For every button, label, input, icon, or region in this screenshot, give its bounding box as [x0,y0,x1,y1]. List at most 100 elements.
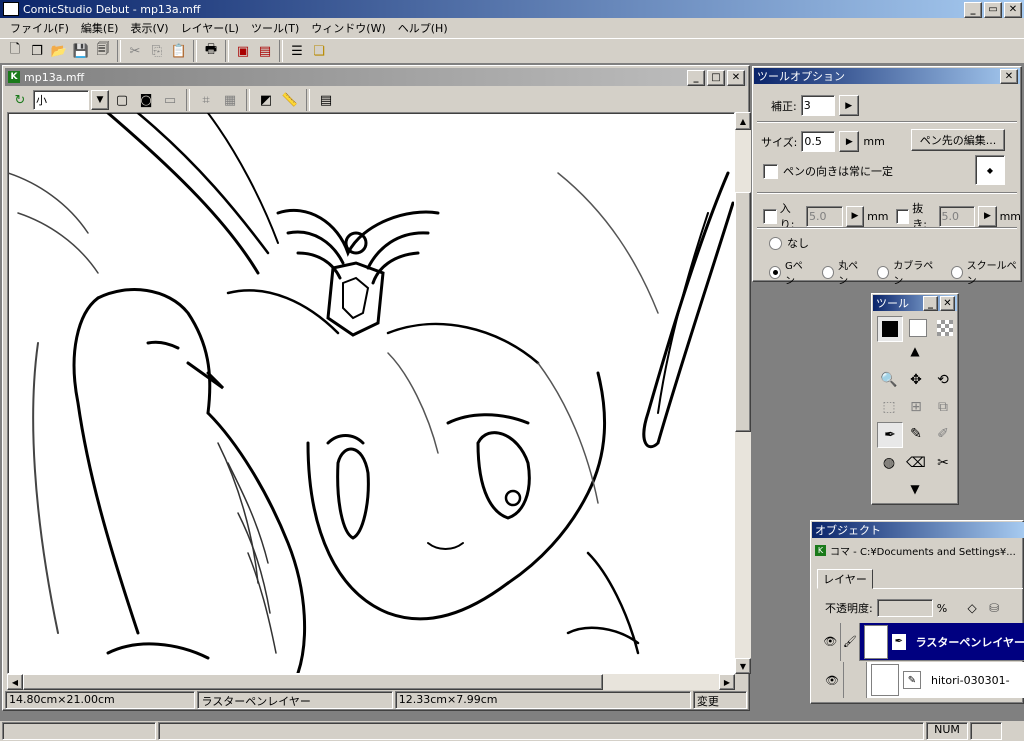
move-tool-icon[interactable]: ✥ [904,368,928,392]
zoom-dropdown-button[interactable]: ▼ [91,90,109,110]
scroll-right-button[interactable]: ▶ [719,674,735,690]
pen-g-radio[interactable] [769,265,781,279]
export-icon[interactable]: ▣ [232,40,254,62]
layer-row[interactable]: 👁 🖌 ✒ ラスターペンレイヤー [821,622,1024,661]
frame-border-icon[interactable]: ◙ [135,89,157,111]
correction-arrow-button[interactable]: ▶ [838,95,859,116]
transparent-color-swatch[interactable] [933,316,957,340]
correction-input[interactable]: 3 [800,95,835,116]
exit-taper-unit: mm [999,209,1021,223]
black-color-swatch[interactable] [877,316,903,342]
menu-item-4[interactable]: ツール(T) [245,20,305,36]
entry-taper-input[interactable]: 5.0 [806,205,843,227]
entry-taper-arrow-button[interactable]: ▶ [845,205,865,227]
tools-scroll-up-icon[interactable]: ▲ [872,344,958,358]
close-tool-options-button[interactable]: ✕ [1000,69,1018,84]
minimize-document-button[interactable]: _ [687,70,705,86]
layer-select-tool-icon[interactable]: ⊞ [904,395,928,419]
status-message [2,722,156,740]
zoom-tool-icon[interactable]: 🔍 [877,368,901,392]
white-color-swatch[interactable] [906,316,930,340]
close-document-button[interactable]: ✕ [727,70,745,86]
layer-property-icon[interactable]: ▤ [315,89,337,111]
edit-lock-slot[interactable] [844,662,867,698]
raster-layer-icon: ✎ [903,671,921,689]
open-folder-icon[interactable]: 📂 [48,40,70,62]
close-app-button[interactable]: ✕ [1004,2,1022,18]
ruler-grid-icon[interactable]: ▦ [219,89,241,111]
scroll-down-button[interactable]: ▼ [735,658,751,674]
tools-scroll-down-icon[interactable]: ▼ [872,482,958,496]
menu-item-0[interactable]: ファイル(F) [4,20,75,36]
crop-view-icon[interactable]: ▭ [159,89,181,111]
layer-move-tool-icon[interactable]: ⧉ [931,395,955,419]
pencil-tool-icon[interactable]: ✎ [904,422,928,446]
menu-item-6[interactable]: ヘルプ(H) [392,20,454,36]
canvas-vertical-scrollbar[interactable]: ▲ ▼ [735,112,751,674]
export-image-icon[interactable]: ▤ [254,40,276,62]
layer-thumbnail [871,664,899,696]
page-manager-icon[interactable]: ☰ [286,40,308,62]
close-tools-button[interactable]: ✕ [940,296,955,311]
ruler-icon[interactable]: 📏 [279,89,301,111]
copy-icon[interactable]: ⎘ [146,40,168,62]
visibility-eye-icon[interactable]: 👁 [821,662,844,698]
scroll-thumb-horizontal[interactable] [23,674,603,690]
size-input[interactable]: 0.5 [801,131,836,152]
paste-icon[interactable]: 📋 [168,40,190,62]
pen-maru-radio[interactable] [822,265,835,279]
exit-taper-arrow-button[interactable]: ▶ [978,205,997,227]
restore-app-button[interactable]: ▭ [984,2,1002,18]
exit-taper-checkbox[interactable] [895,208,910,224]
menu-item-1[interactable]: 編集(E) [75,20,125,36]
save-icon[interactable]: 💾 [70,40,92,62]
menu-item-2[interactable]: 表示(V) [124,20,174,36]
canvas-horizontal-scrollbar[interactable]: ◀ ▶ [7,674,735,690]
menu-item-3[interactable]: レイヤー(L) [175,20,245,36]
zoom-select[interactable]: 小 [33,90,89,110]
pen-school-radio[interactable] [950,265,963,279]
fill-tool-icon[interactable]: ◍ [877,451,901,475]
page-frame-icon[interactable]: ▢ [111,89,133,111]
cut-icon[interactable]: ✂ [124,40,146,62]
save-all-icon[interactable]: 🗐 [92,40,114,62]
fixed-direction-checkbox[interactable] [763,163,778,179]
edit-brush-icon[interactable]: 🖌 [840,622,861,661]
tone-scrape-tool-icon[interactable]: ✂ [931,451,955,475]
size-arrow-button[interactable]: ▶ [839,131,860,152]
opacity-input[interactable] [876,599,933,617]
grid-toggle-icon[interactable]: ⌗ [195,89,217,111]
rotate-view-icon[interactable]: ↻ [9,89,31,111]
story-icon[interactable]: ❏ [308,40,330,62]
scroll-left-button[interactable]: ◀ [7,674,23,690]
eraser-layer-icon[interactable]: ◇ [963,599,981,617]
layer-row[interactable]: 👁 ✎ hitori-030301- [821,662,1024,698]
marker-tool-icon[interactable]: ✐ [931,422,955,446]
new-page-icon[interactable]: 🗋 [4,40,26,62]
pen-kabura-radio[interactable] [877,265,890,279]
new-story-icon[interactable]: ❐ [26,40,48,62]
select-frame-tool-icon[interactable]: ⬚ [877,395,901,419]
tone-view-icon[interactable]: ◩ [255,89,277,111]
scroll-thumb-vertical[interactable] [735,192,751,432]
pen-none-radio[interactable] [769,236,782,250]
maximize-document-button[interactable]: □ [707,70,725,86]
layer-settings-icon[interactable]: ⛁ [985,599,1003,617]
drawing-canvas[interactable] [7,112,735,674]
menu-item-5[interactable]: ウィンドウ(W) [305,20,391,36]
entry-taper-checkbox[interactable] [763,208,777,224]
print-icon[interactable]: 🖶 [200,40,222,62]
exit-taper-input[interactable]: 5.0 [938,205,976,227]
tab-divider [873,588,1023,589]
eraser-tool-icon[interactable]: ⌫ [904,451,928,475]
minimize-tools-button[interactable]: _ [923,296,938,311]
visibility-eye-icon[interactable]: 👁 [821,622,841,661]
scroll-up-button[interactable]: ▲ [735,112,751,130]
minimize-app-button[interactable]: _ [964,2,982,18]
correction-label: 補正: [771,99,797,113]
tool-options-title: ツールオプション [757,70,845,83]
edit-pen-tip-button[interactable]: ペン先の編集... [911,129,1005,151]
rotate-tool-icon[interactable]: ⟲ [931,368,955,392]
layer-tab[interactable]: レイヤー [817,569,873,589]
pen-tool-icon[interactable]: ✒ [877,422,903,448]
